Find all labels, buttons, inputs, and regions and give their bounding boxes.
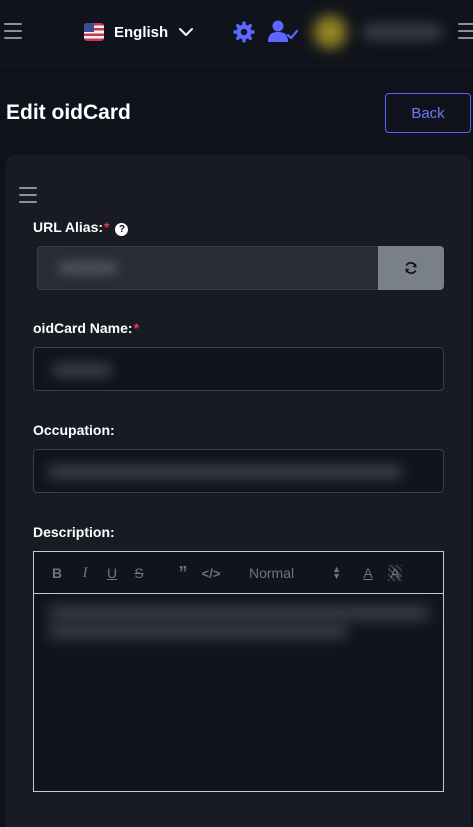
redacted-value	[52, 363, 112, 377]
page-title: Edit oidCard	[6, 101, 131, 124]
background-color-icon: A	[388, 565, 402, 581]
text-color-icon: A	[363, 565, 373, 581]
background-color-button[interactable]: A	[386, 563, 404, 583]
user-profile[interactable]	[310, 8, 450, 56]
card-name-input[interactable]	[33, 347, 444, 391]
refresh-icon	[405, 262, 417, 274]
settings-icon[interactable]	[232, 20, 256, 44]
menu-icon[interactable]	[458, 23, 473, 39]
section-menu-icon[interactable]	[19, 187, 37, 203]
blockquote-button[interactable]: ”	[175, 563, 191, 583]
language-label: English	[114, 23, 169, 41]
select-arrows-icon: ▲ ▼	[332, 564, 341, 581]
redacted-text	[48, 606, 430, 620]
url-alias-label-text: URL Alias:	[33, 219, 104, 235]
back-button[interactable]: Back	[385, 93, 471, 133]
occupation-input[interactable]	[33, 449, 444, 493]
card-name-label-text: oidCard Name:	[33, 320, 133, 336]
url-alias-input[interactable]	[37, 246, 378, 290]
header-select[interactable]: Normal ▲ ▼	[249, 563, 341, 583]
strike-button[interactable]: S	[132, 563, 146, 583]
user-name-redacted	[362, 24, 442, 40]
occupation-label: Occupation:	[33, 422, 115, 438]
required-mark: *	[133, 320, 140, 336]
refresh-alias-button[interactable]	[378, 246, 444, 290]
url-alias-group	[37, 246, 444, 290]
code-button[interactable]: </>	[202, 563, 221, 583]
redacted-value	[58, 261, 118, 275]
header-select-value: Normal	[249, 565, 295, 581]
url-alias-label: URL Alias:*?	[33, 219, 129, 236]
description-editor: B I U S ” </> Normal ▲ ▼ A A	[33, 551, 444, 792]
italic-button[interactable]: I	[78, 563, 92, 583]
description-label: Description:	[33, 524, 115, 540]
card-name-label: oidCard Name:*	[33, 320, 139, 336]
us-flag-icon	[84, 23, 104, 41]
top-bar: English	[0, 0, 473, 66]
required-mark: *	[104, 219, 110, 235]
avatar	[310, 12, 350, 52]
help-icon[interactable]: ?	[115, 223, 129, 236]
editor-content[interactable]	[34, 594, 443, 791]
chevron-down-icon	[179, 28, 194, 36]
language-selector[interactable]: English	[84, 20, 194, 44]
user-check-icon[interactable]	[268, 19, 298, 43]
underline-button[interactable]: U	[105, 563, 119, 583]
redacted-text	[48, 624, 348, 638]
editor-toolbar: B I U S ” </> Normal ▲ ▼ A A	[34, 552, 443, 594]
redacted-value	[48, 465, 403, 479]
menu-icon[interactable]	[4, 23, 22, 39]
bold-button[interactable]: B	[50, 563, 64, 583]
text-color-button[interactable]: A	[360, 563, 376, 583]
